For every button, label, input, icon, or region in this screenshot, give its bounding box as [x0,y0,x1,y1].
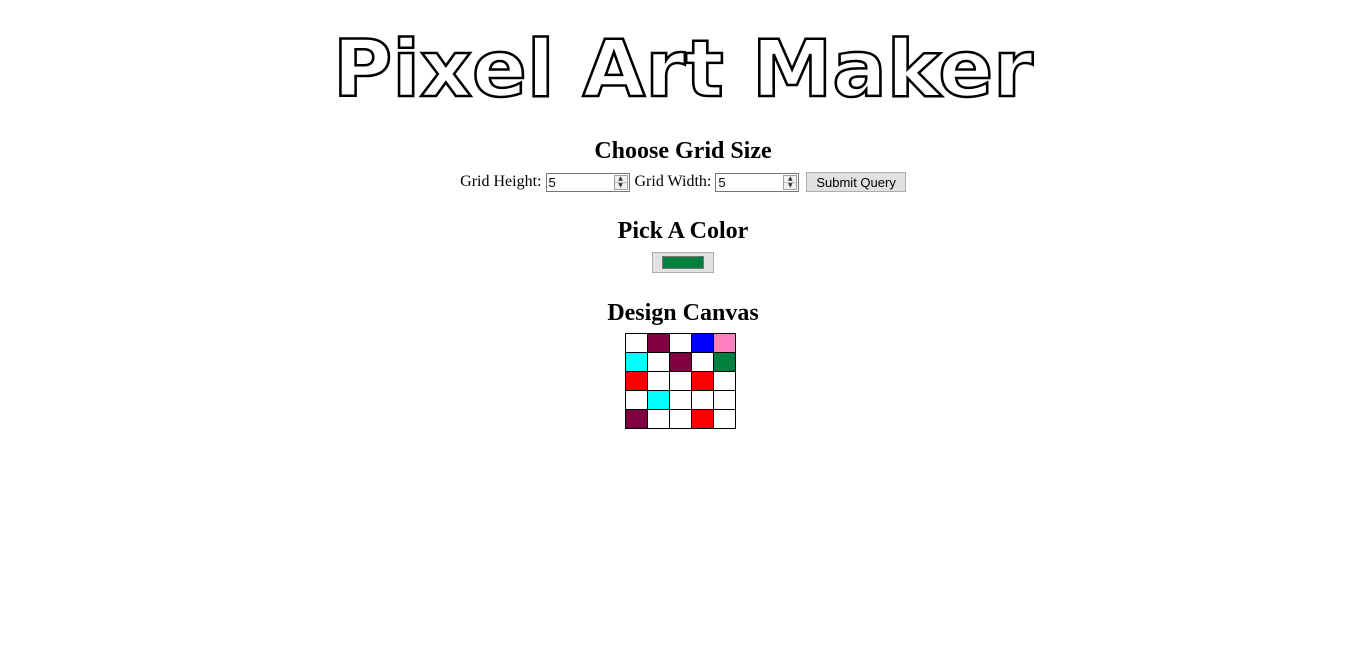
grid-height-spinner[interactable]: ▲ ▼ [613,174,628,190]
logo-graphic: Pixel Art Maker Pixel Art Maker [332,34,1035,100]
grid-height-input[interactable] [546,173,615,191]
canvas-cell[interactable] [669,371,692,391]
canvas-cell[interactable] [713,371,736,391]
canvas-row [625,371,736,391]
canvas-cell[interactable] [625,409,648,429]
canvas-cell[interactable] [625,352,648,372]
grid-size-form: Grid Height: ▲ ▼ Grid Width: ▲ ▼ Submit … [0,171,1366,193]
canvas-cell[interactable] [691,352,714,372]
submit-button[interactable]: Submit Query [806,172,906,192]
canvas-cell[interactable] [691,409,714,429]
pick-color-heading: Pick A Color [617,218,749,244]
canvas-cell[interactable] [691,333,714,353]
grid-width-spinner[interactable]: ▲ ▼ [783,174,798,190]
canvas-row [625,333,736,353]
canvas-cell[interactable] [647,352,670,372]
canvas-row [625,352,736,372]
design-canvas [625,333,736,429]
canvas-cell[interactable] [669,352,692,372]
canvas-row [625,409,736,429]
canvas-cell[interactable] [713,390,736,410]
canvas-cell[interactable] [647,333,670,353]
canvas-cell[interactable] [713,352,736,372]
canvas-cell[interactable] [713,409,736,429]
color-swatch [662,256,704,269]
spin-down-icon[interactable]: ▼ [784,182,796,189]
grid-width-label: Grid Width: [634,173,712,190]
canvas-cell[interactable] [713,333,736,353]
canvas-cell[interactable] [691,371,714,391]
grid-height-input-wrap: ▲ ▼ [545,172,630,192]
grid-size-heading: Choose Grid Size [594,138,772,164]
canvas-cell[interactable] [669,390,692,410]
design-canvas-heading: Design Canvas [607,300,759,326]
spin-down-icon[interactable]: ▼ [615,182,627,189]
page: Pixel Art Maker Pixel Art Maker Choose G… [0,0,1366,654]
grid-height-label: Grid Height: [460,173,542,190]
pixel-art-maker-logo: Pixel Art Maker Pixel Art Maker [330,34,1036,100]
canvas-cell[interactable] [647,371,670,391]
canvas-cell[interactable] [691,390,714,410]
logo-text-outline: Pixel Art Maker [333,34,1034,100]
canvas-cell[interactable] [669,333,692,353]
canvas-cell[interactable] [625,371,648,391]
canvas-cell[interactable] [647,390,670,410]
canvas-cell[interactable] [669,409,692,429]
canvas-row [625,390,736,410]
canvas-cell[interactable] [625,390,648,410]
canvas-cell[interactable] [625,333,648,353]
grid-width-input[interactable] [716,173,785,191]
canvas-cell[interactable] [647,409,670,429]
color-picker[interactable] [652,252,714,273]
grid-width-input-wrap: ▲ ▼ [715,172,800,192]
